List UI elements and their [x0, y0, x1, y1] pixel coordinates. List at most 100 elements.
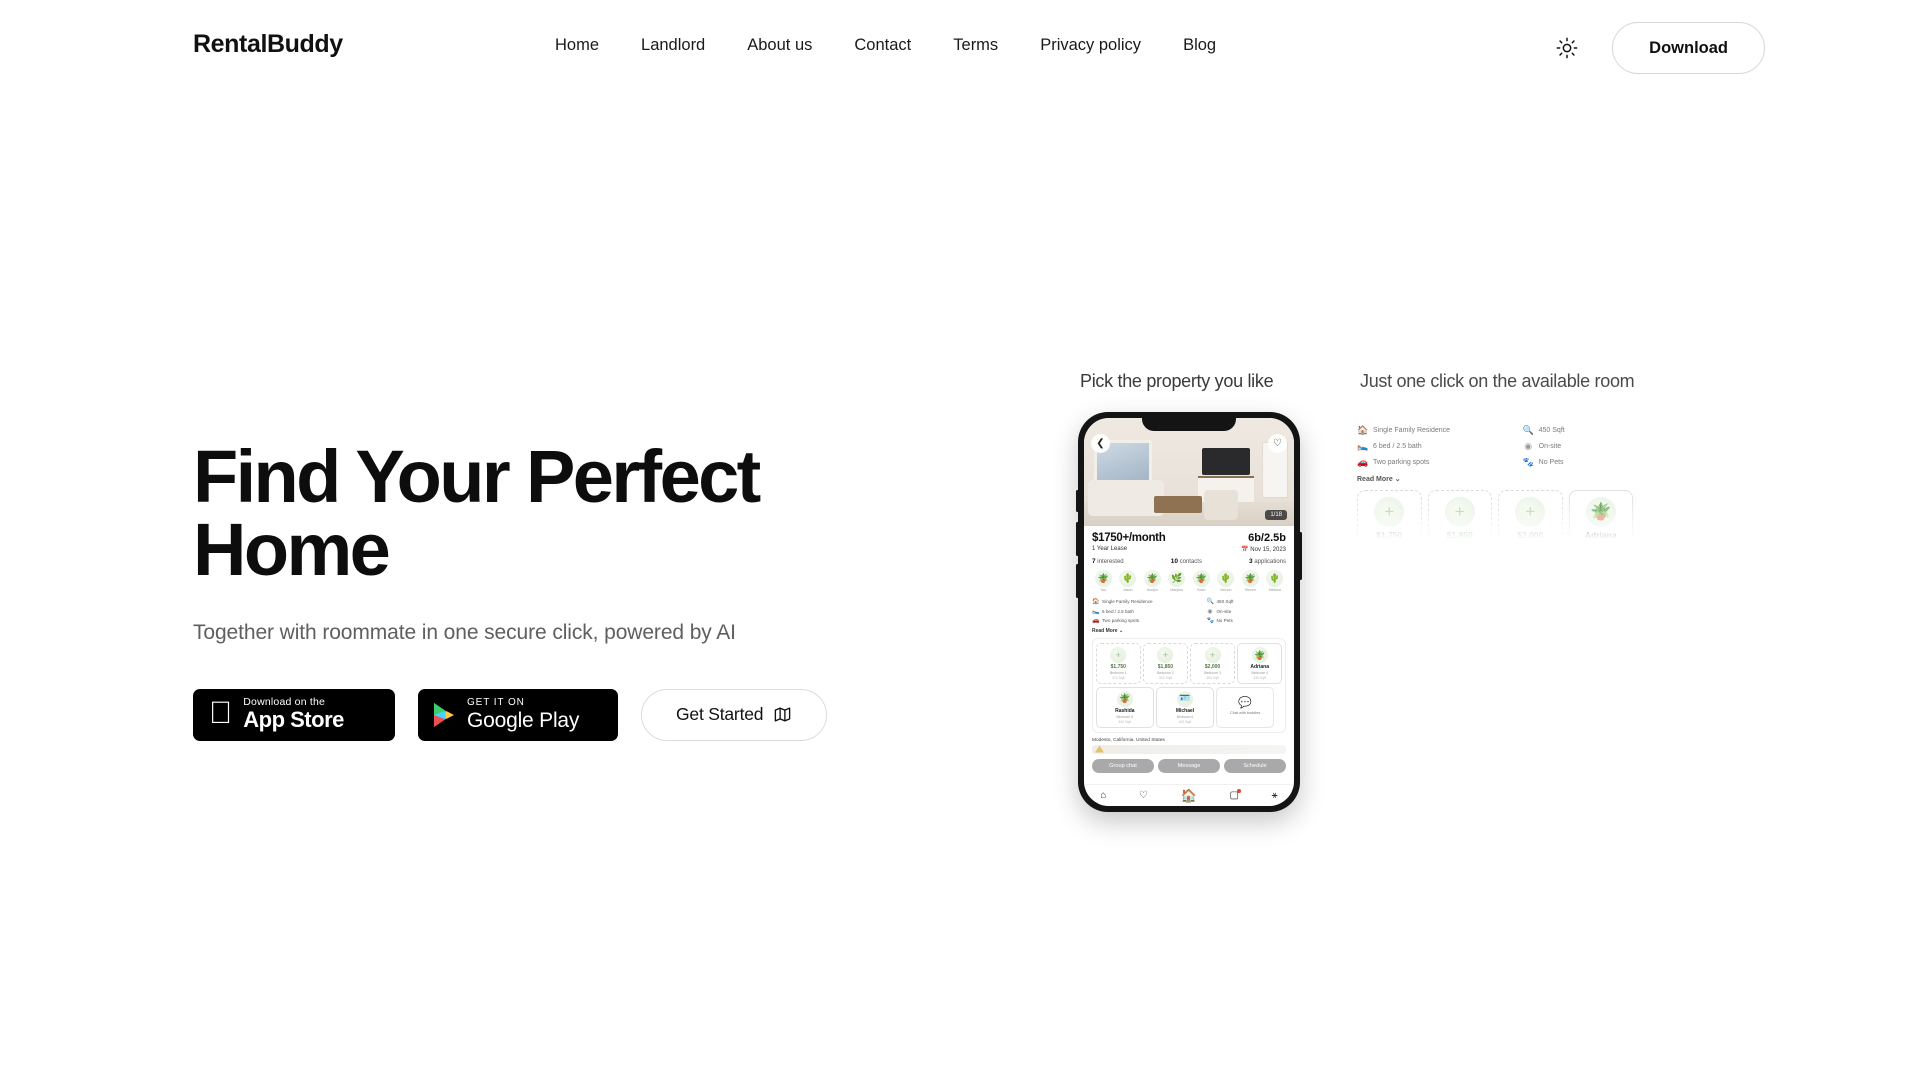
- spec-parking: 🚗 Two parking spots: [1092, 617, 1202, 624]
- room-sqft: 430 Sqft: [1253, 676, 1266, 680]
- app-store-badge[interactable]:  Download on the App Store: [193, 688, 395, 741]
- magnifier-icon: 🔍: [1522, 425, 1534, 435]
- map-preview[interactable]: [1092, 744, 1286, 754]
- room-avatar: +: [1157, 647, 1174, 663]
- panel-room-avatar: +: [1444, 497, 1475, 527]
- spec-laundry: ◉ On-site: [1206, 608, 1286, 615]
- hero-section: Find Your Perfect Home Together with roo…: [193, 440, 913, 741]
- read-more-toggle[interactable]: Read More ⌄: [1092, 628, 1286, 634]
- avatar-image: 🪴: [1143, 570, 1161, 587]
- sun-icon: [1556, 37, 1578, 59]
- google-play-badge[interactable]: GET IT ON Google Play: [418, 688, 618, 741]
- room-card[interactable]: 🪪 Michael Bedroom 6 460 Sqft: [1156, 686, 1214, 728]
- back-button[interactable]: ❮: [1091, 434, 1110, 453]
- avatar[interactable]: 🪴 Sean: [1190, 570, 1213, 592]
- avatar[interactable]: 🪴 You: [1092, 570, 1115, 592]
- tab-profile-icon[interactable]: ⚹: [1272, 790, 1278, 801]
- panel-spec-pets: 🐾 No Pets: [1523, 457, 1633, 468]
- stat-contacts-value: 10: [1170, 558, 1178, 565]
- room-avatar: +: [1110, 647, 1127, 663]
- room-label: Bedroom 3: [1204, 671, 1221, 675]
- brand-logo[interactable]: RentalBuddy: [193, 30, 343, 59]
- panel-spec-sqft: 🔍 450 Sqft: [1523, 425, 1633, 436]
- chevron-left-icon: ❮: [1096, 438, 1105, 449]
- download-button[interactable]: Download: [1612, 22, 1765, 74]
- avatar-name: Austyn: [1146, 588, 1158, 592]
- top-navigation-bar: RentalBuddy Home Landlord About us Conta…: [0, 0, 1920, 96]
- panel-room-card[interactable]: + $2,000 Bedroom 3 450 Sqft: [1498, 490, 1563, 540]
- nav-link-privacy-policy[interactable]: Privacy policy: [1040, 36, 1141, 55]
- avatar[interactable]: 🌿 Marylou: [1166, 570, 1189, 592]
- chevron-down-icon: ⌄: [1118, 628, 1124, 634]
- google-play-badge-label: Google Play: [467, 708, 580, 732]
- property-price: $1750+/month: [1092, 532, 1166, 544]
- nav-link-contact[interactable]: Contact: [854, 36, 911, 55]
- panel-read-more-label: Read More: [1357, 476, 1393, 483]
- avatar-image: 🌵: [1217, 570, 1235, 587]
- property-photo[interactable]: ❮ ♡ 1/18: [1084, 418, 1294, 526]
- chevron-down-icon: ⌄: [1394, 476, 1401, 483]
- avatar[interactable]: 🪴 Steven: [1239, 570, 1262, 592]
- panel-room-card[interactable]: + $1,750 Bedroom 1 470 Sqft: [1357, 490, 1422, 540]
- room-price: $1,750: [1110, 664, 1126, 670]
- hero-cta-row:  Download on the App Store GET IT ON Go…: [193, 688, 913, 741]
- nav-link-home[interactable]: Home: [555, 36, 599, 55]
- google-play-badge-small: GET IT ON: [467, 697, 525, 709]
- nav-link-blog[interactable]: Blog: [1183, 36, 1216, 55]
- room-sqft: 470 Sqft: [1111, 676, 1125, 680]
- panel-spec-sqft-text: 450 Sqft: [1538, 427, 1565, 434]
- avatar[interactable]: 🌵 Melissa: [1264, 570, 1287, 592]
- apple-icon: : [209, 697, 232, 728]
- tab-favorites-icon[interactable]: ♡: [1139, 790, 1148, 801]
- stat-applications: 3 applications: [1249, 558, 1286, 565]
- panel-read-more-toggle[interactable]: Read More ⌄: [1357, 475, 1633, 483]
- spec-laundry-text: On-site: [1216, 608, 1232, 614]
- property-location: Modesto, California, United States: [1092, 737, 1165, 743]
- room-sqft: 450 Sqft: [1206, 676, 1219, 680]
- room-card[interactable]: + $2,000 Bedroom 3 450 Sqft: [1190, 643, 1235, 684]
- avatar[interactable]: 🌵 Jason: [1117, 570, 1140, 592]
- panel-room-occupant: Adriana: [1584, 530, 1617, 540]
- room-label: Bedroom 5: [1116, 714, 1134, 719]
- nav-link-terms[interactable]: Terms: [953, 36, 998, 55]
- room-label: Bedroom 6: [1176, 714, 1194, 719]
- panel-room-avatar: +: [1515, 497, 1546, 527]
- panel-room-card[interactable]: + $1,850 Bedroom 2 500 Sqft: [1427, 490, 1492, 540]
- avatar[interactable]: 🌵 Vernon: [1215, 570, 1238, 592]
- room-card[interactable]: 🪴 Rashida Bedroom 5 440 Sqft: [1096, 686, 1154, 728]
- panel-room-list: + $1,750 Bedroom 1 470 Sqft + $1,850 Bed…: [1357, 490, 1633, 540]
- room-avatar: 🪴: [1116, 690, 1133, 707]
- room-card[interactable]: 🪴 Adriana Bedroom 4 430 Sqft: [1237, 643, 1282, 684]
- get-started-button[interactable]: Get Started: [641, 688, 828, 741]
- room-card[interactable]: + $1,750 Bedroom 1 470 Sqft: [1096, 643, 1141, 684]
- action-buttons: Group chat Message Schedule: [1092, 758, 1286, 773]
- google-play-icon: [432, 701, 457, 729]
- panel-spec-pets-text: No Pets: [1538, 459, 1564, 466]
- available-date: 📅 Nov 15, 2023: [1241, 546, 1286, 553]
- tab-chat-icon[interactable]: ▢: [1230, 789, 1241, 801]
- paw-icon: 🐾: [1206, 618, 1214, 624]
- avatar[interactable]: 🪴 Austyn: [1141, 570, 1164, 592]
- schedule-button[interactable]: Schedule: [1224, 758, 1286, 773]
- bottom-tab-bar: ⌂ ♡ 🏠 ▢ ⚹: [1084, 784, 1294, 806]
- group-chat-button[interactable]: Group chat: [1092, 758, 1154, 773]
- room-label: Bedroom 1: [1110, 671, 1127, 675]
- notification-dot: [1236, 789, 1241, 793]
- theme-toggle-button[interactable]: [1554, 35, 1580, 61]
- available-date-text: Nov 15, 2023: [1250, 547, 1286, 553]
- room-avatar: 🪴: [1251, 647, 1268, 663]
- nav-link-landlord[interactable]: Landlord: [641, 36, 705, 55]
- message-button[interactable]: Message: [1158, 758, 1220, 773]
- panel-spec-parking-text: Two parking spots: [1373, 459, 1430, 466]
- tab-house-active-icon[interactable]: 🏠: [1181, 788, 1197, 804]
- panel-room-card[interactable]: 🪴 Adriana Bedroom 4 430 Sqft: [1568, 490, 1633, 540]
- avatar-image: 🌿: [1168, 570, 1186, 587]
- stat-contacts: 10 contacts: [1171, 558, 1202, 565]
- chat-with-buddies-card[interactable]: 💬 Chat with buddies: [1216, 686, 1274, 728]
- favorite-button[interactable]: ♡: [1268, 434, 1287, 453]
- room-card[interactable]: + $1,850 Bedroom 2 500 Sqft: [1143, 643, 1188, 684]
- tab-home-icon[interactable]: ⌂: [1100, 790, 1106, 801]
- spec-parking-text: Two parking spots: [1102, 618, 1140, 623]
- nav-link-about-us[interactable]: About us: [747, 36, 812, 55]
- paw-icon: 🐾: [1522, 457, 1534, 467]
